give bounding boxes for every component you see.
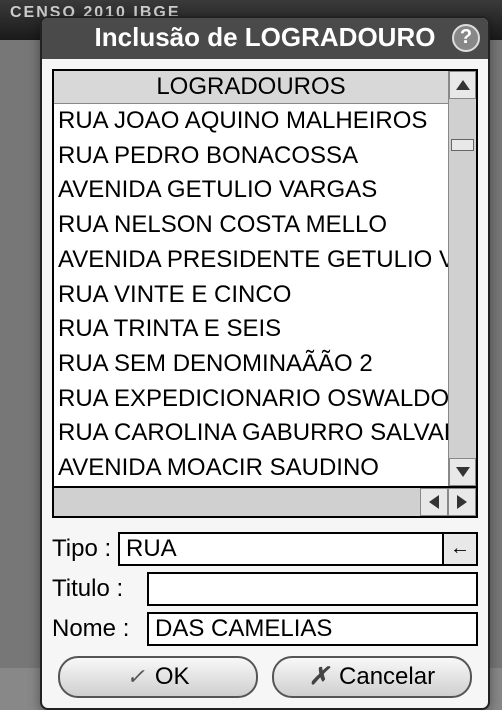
- scroll-down-button[interactable]: [449, 458, 476, 486]
- cancel-button-label: Cancelar: [339, 663, 435, 691]
- triangle-left-icon: [429, 495, 439, 509]
- list-item[interactable]: RUA JOAO AQUINO MALHEIROS: [54, 104, 448, 139]
- x-icon: ✗: [309, 662, 329, 691]
- help-button[interactable]: ?: [452, 24, 480, 52]
- list-item[interactable]: RUA VINTE E CINCO: [54, 278, 448, 313]
- list-item[interactable]: RUA CAROLINA GABURRO SALVAD: [54, 416, 448, 451]
- triangle-down-icon: [456, 467, 470, 477]
- nome-input[interactable]: [147, 612, 478, 646]
- titulo-input[interactable]: [147, 572, 478, 606]
- list-item[interactable]: RUA NELSON COSTA MELLO: [54, 208, 448, 243]
- scroll-left-button[interactable]: [420, 488, 448, 516]
- list-item[interactable]: AVENIDA MOACIR SAUDINO: [54, 451, 448, 486]
- form-area: Tipo : ← Titulo : Nome :: [52, 532, 478, 646]
- titulo-row: Titulo :: [52, 572, 478, 606]
- titlebar: Inclusão de LOGRADOURO ?: [42, 18, 488, 59]
- titulo-label: Titulo :: [52, 575, 147, 603]
- dialog-body: LOGRADOUROS RUA JOAO AQUINO MALHEIROS RU…: [42, 59, 488, 708]
- tipo-label: Tipo :: [52, 535, 118, 563]
- tipo-clear-button[interactable]: ←: [444, 532, 478, 566]
- scroll-track[interactable]: [449, 99, 476, 458]
- dialog-window: Inclusão de LOGRADOURO ? LOGRADOUROS RUA…: [40, 16, 490, 710]
- dialog-title: Inclusão de LOGRADOURO: [95, 22, 436, 53]
- list-item[interactable]: AVENIDA PRESIDENTE GETULIO V: [54, 243, 448, 278]
- ok-button[interactable]: ✓ OK: [58, 656, 258, 698]
- horizontal-scrollbar[interactable]: [52, 488, 478, 518]
- triangle-up-icon: [456, 80, 470, 90]
- list-item[interactable]: RUA SEM DENOMINAÃÃO 2: [54, 347, 448, 382]
- list-items: RUA JOAO AQUINO MALHEIROS RUA PEDRO BONA…: [54, 104, 448, 486]
- logradouros-listbox[interactable]: LOGRADOUROS RUA JOAO AQUINO MALHEIROS RU…: [54, 71, 448, 486]
- listbox-container: LOGRADOUROS RUA JOAO AQUINO MALHEIROS RU…: [52, 69, 478, 488]
- ok-button-label: OK: [155, 663, 190, 691]
- hscroll-track[interactable]: [54, 488, 420, 516]
- list-item[interactable]: AVENIDA GETULIO VARGAS: [54, 173, 448, 208]
- list-header: LOGRADOUROS: [54, 71, 448, 104]
- nome-label: Nome :: [52, 615, 147, 643]
- triangle-right-icon: [457, 495, 467, 509]
- scroll-right-button[interactable]: [448, 488, 476, 516]
- button-row: ✓ OK ✗ Cancelar: [52, 656, 478, 698]
- cancel-button[interactable]: ✗ Cancelar: [272, 656, 472, 698]
- list-item[interactable]: RUA PEDRO BONACOSSA: [54, 139, 448, 174]
- vertical-scrollbar[interactable]: [448, 71, 476, 486]
- nome-row: Nome :: [52, 612, 478, 646]
- tipo-row: Tipo : ←: [52, 532, 478, 566]
- scroll-up-button[interactable]: [449, 71, 476, 99]
- scroll-thumb[interactable]: [451, 139, 474, 151]
- list-item[interactable]: RUA TRINTA E SEIS: [54, 312, 448, 347]
- tipo-input[interactable]: [118, 532, 444, 566]
- list-item[interactable]: RUA EXPEDICIONARIO OSWALDO: [54, 382, 448, 417]
